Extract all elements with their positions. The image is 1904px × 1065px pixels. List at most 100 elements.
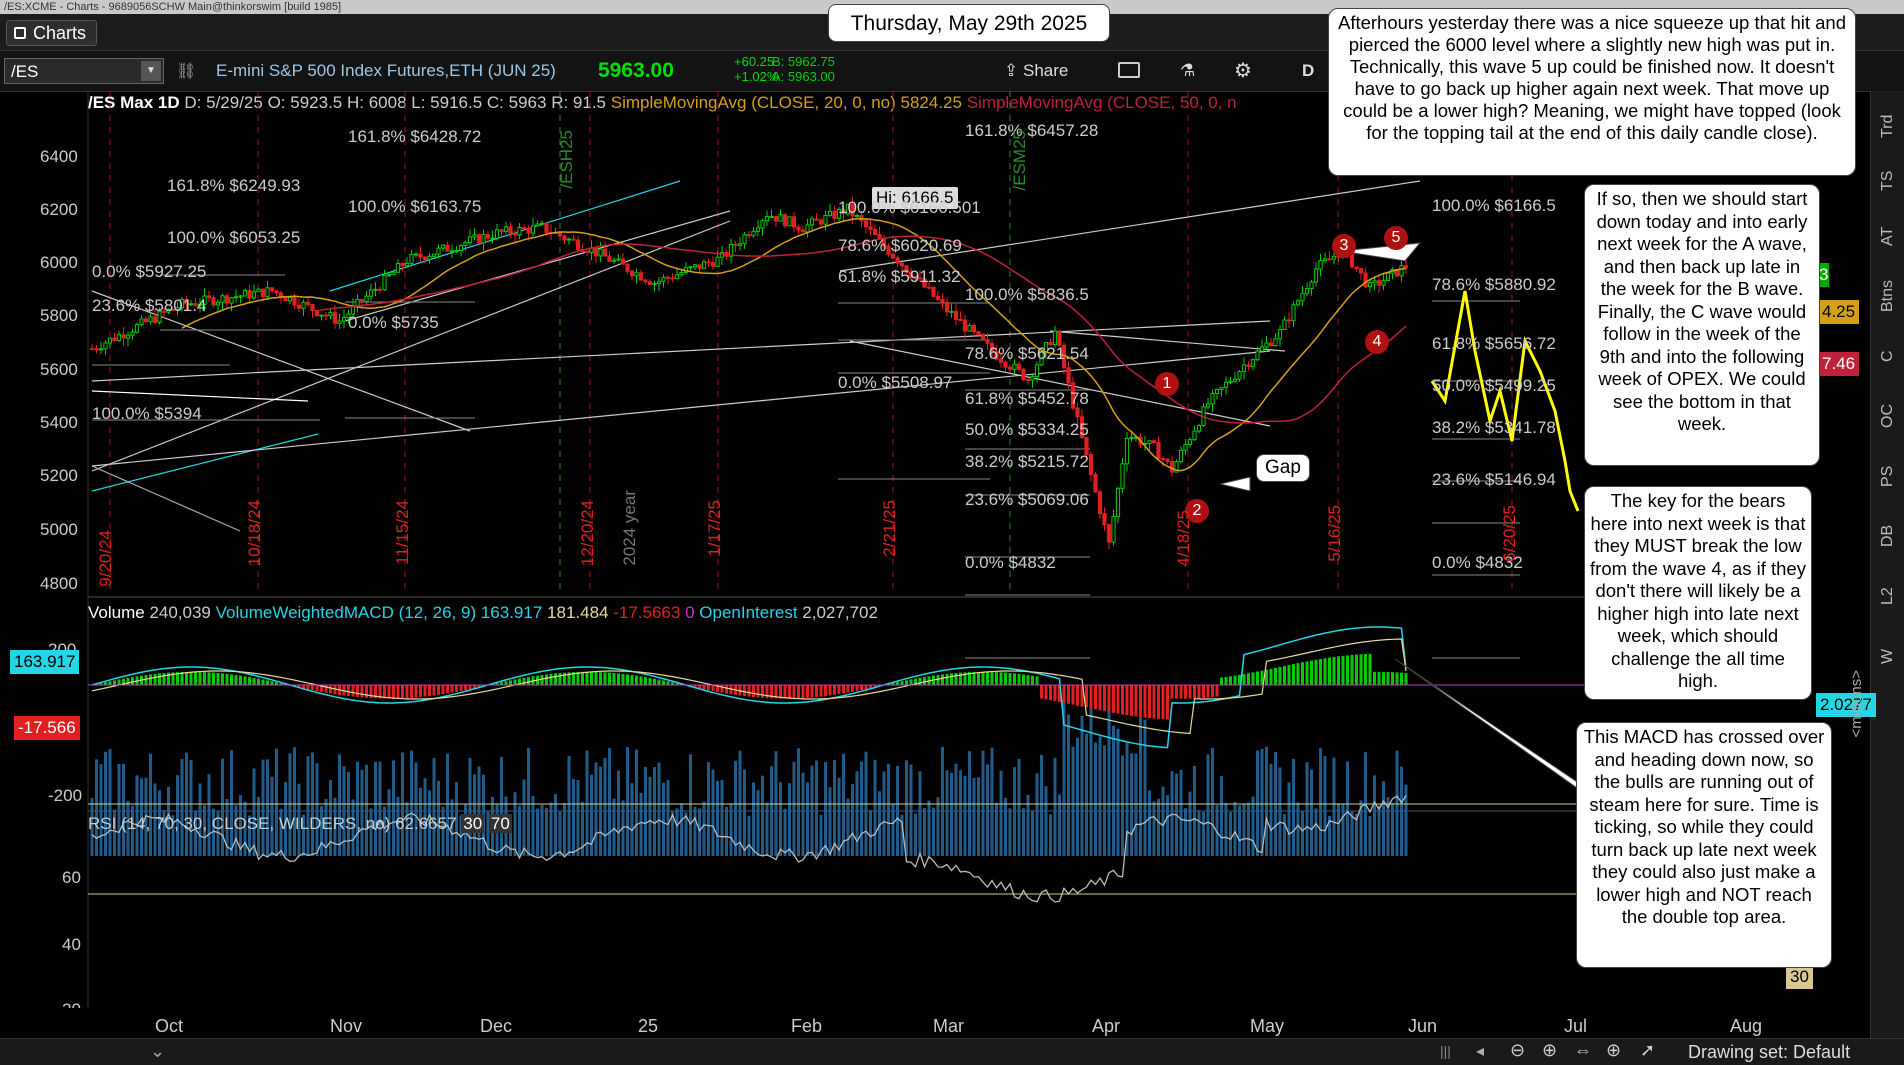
symbol-input[interactable]: /ES ▼	[4, 58, 164, 84]
candle-body	[490, 237, 495, 240]
side-tab-oc[interactable]: OC	[1871, 391, 1904, 441]
candle-body	[409, 254, 414, 264]
fib-label: 38.2% $5341.78	[1432, 418, 1556, 437]
macd-histogram-bar	[1377, 671, 1381, 686]
side-tab-c[interactable]: C	[1871, 331, 1904, 381]
candle-body	[1075, 407, 1080, 418]
macd-histogram-bar	[1188, 685, 1192, 699]
drawing-set-label[interactable]: Drawing set: Default	[1688, 1042, 1850, 1063]
volume-bar	[1112, 725, 1115, 856]
volume-bar	[630, 783, 634, 856]
candle-body	[1106, 524, 1112, 543]
macd-histogram-bar	[1035, 676, 1039, 686]
volume-bar	[1314, 808, 1318, 856]
pan-icon[interactable]: ⇔	[1574, 1040, 1592, 1061]
candle-body	[517, 226, 522, 236]
wave-marker-1: 1	[1155, 372, 1179, 396]
volume-bar	[1008, 808, 1012, 856]
candle-body	[1232, 378, 1238, 382]
candle-body	[818, 219, 824, 225]
candle-body	[733, 243, 738, 246]
macd-label[interactable]: VolumeWeightedMACD (12, 26, 9)	[216, 603, 476, 622]
candle-body	[967, 324, 972, 332]
macd-histogram-bar	[356, 685, 359, 698]
volume-bar	[1071, 746, 1075, 856]
volume-bar	[711, 769, 715, 856]
macd-histogram-bar	[455, 685, 458, 692]
rsi-70-value: 70	[488, 814, 512, 833]
volume-bar	[905, 760, 908, 856]
rsi-label[interactable]: RSI (14, 70, 30, CLOSE, WILDERS, no)	[88, 814, 390, 833]
drag-handle-icon[interactable]: |||	[1440, 1043, 1451, 1059]
candle-body	[1318, 260, 1323, 270]
candle-body	[1210, 392, 1215, 405]
side-tab-db[interactable]: DB	[1871, 511, 1904, 561]
macd-histogram-bar	[1008, 673, 1012, 686]
side-tab-btns[interactable]: Btns	[1871, 271, 1904, 321]
news-icon[interactable]	[1118, 62, 1140, 78]
volume-bar	[999, 770, 1003, 856]
macd-histogram-bar	[1287, 665, 1291, 686]
volume-bar	[1395, 750, 1399, 856]
timeframe-button[interactable]: D	[1302, 60, 1314, 82]
scroll-left-icon[interactable]: ◂	[1476, 1041, 1484, 1061]
macd-histogram-bar	[1184, 685, 1187, 699]
candle-body	[1354, 266, 1359, 270]
candle-body	[926, 286, 932, 289]
volume-bar	[1049, 814, 1052, 856]
rsi-30-value: 30	[461, 814, 485, 833]
x-axis-label: Nov	[330, 1016, 363, 1036]
side-tab-trd[interactable]: Trd	[1871, 101, 1904, 151]
volume-bar	[527, 747, 530, 856]
bid-value: B: 5962.75	[772, 54, 835, 69]
studies-flask-icon[interactable]: ⚗	[1180, 60, 1195, 82]
oi-label[interactable]: OpenInterest	[699, 603, 797, 622]
macd-histogram-bar	[1283, 665, 1286, 686]
candle-body	[566, 238, 572, 241]
macd-histogram-bar	[594, 671, 598, 686]
candle-body	[1241, 364, 1247, 373]
collapse-icon[interactable]: ⌄	[150, 1041, 165, 1062]
volume-bar	[1134, 753, 1138, 856]
candle-body	[485, 234, 491, 239]
macd-histogram-bar	[149, 674, 152, 686]
side-tab-ts[interactable]: TS	[1871, 156, 1904, 206]
side-tab-w[interactable]: W	[1871, 631, 1904, 681]
macd-histogram-bar	[950, 673, 953, 686]
volume-bar	[1161, 786, 1165, 856]
candle-body	[382, 274, 387, 291]
side-tab-at[interactable]: AT	[1871, 211, 1904, 261]
volume-label[interactable]: Volume	[88, 603, 145, 622]
volume-bar	[635, 749, 638, 856]
cursor-icon[interactable]: ➚	[1640, 1040, 1655, 1061]
link-icon[interactable]: ⛓	[176, 61, 196, 81]
tab-charts[interactable]: Charts	[6, 20, 98, 46]
vertical-date-label: 10/18/24	[245, 500, 264, 567]
macd-histogram-bar	[581, 671, 584, 686]
candle-body	[692, 264, 698, 268]
candle-body	[620, 258, 626, 265]
macd-histogram-bar	[1175, 685, 1178, 699]
gear-icon[interactable]: ⚙	[1234, 60, 1252, 82]
zoom-in-icon[interactable]: ⊕	[1542, 1040, 1557, 1061]
wave-marker-5: 5	[1384, 226, 1408, 250]
candle-body	[616, 258, 621, 261]
volume-bar	[1202, 811, 1205, 856]
volume-bar	[954, 763, 958, 856]
volume-bar	[986, 764, 989, 856]
volume-bar	[927, 800, 931, 856]
volume-bar	[392, 760, 395, 856]
side-tab-l2[interactable]: L2	[1871, 571, 1904, 621]
macd-histogram-bar	[603, 672, 607, 686]
candle-body	[377, 288, 383, 291]
volume-bar	[1085, 733, 1088, 856]
callout-macd: This MACD has crossed over and heading d…	[1576, 722, 1832, 968]
crosshair-icon[interactable]: ⊕	[1606, 1040, 1621, 1061]
side-tab-ps[interactable]: PS	[1871, 451, 1904, 501]
zoom-out-icon[interactable]: ⊖	[1510, 1040, 1525, 1061]
fib-label: 50.0% $5499.25	[1432, 376, 1556, 395]
chevron-down-icon[interactable]: ▼	[141, 61, 161, 81]
candle-body	[971, 324, 977, 333]
share-button[interactable]: ⇪ Share	[1004, 60, 1068, 82]
fib-label: 0.0% $4832	[965, 553, 1056, 572]
